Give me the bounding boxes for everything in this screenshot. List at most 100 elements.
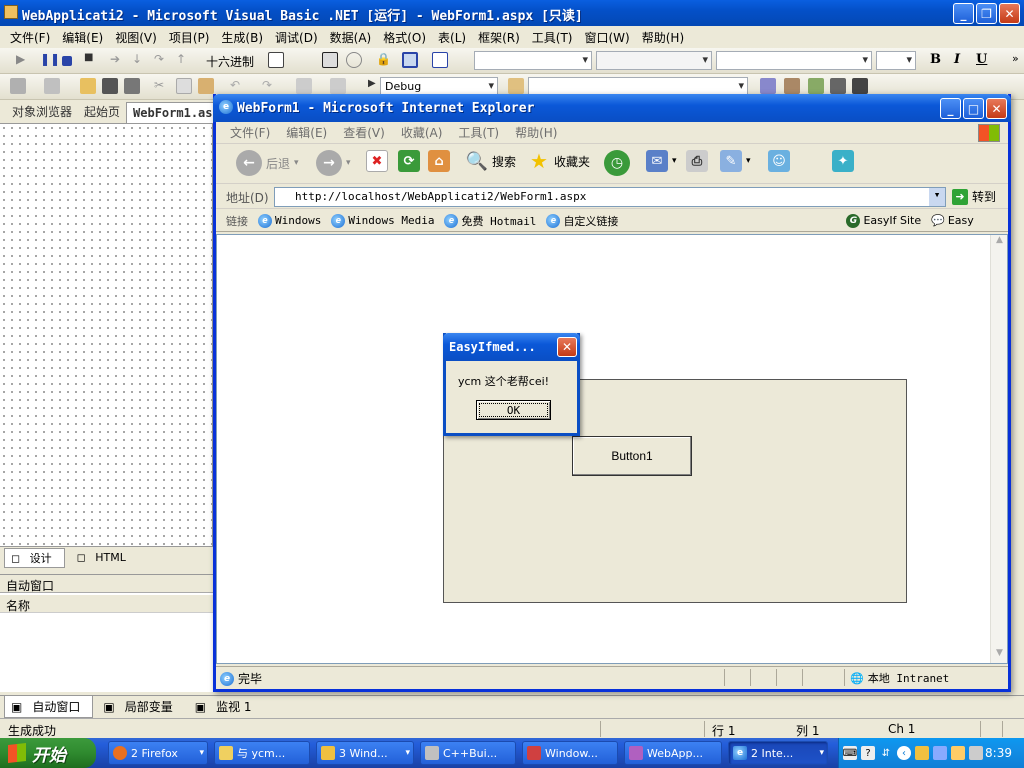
ie-title-bar[interactable]: e WebForm1 - Microsoft Internet Explorer… (213, 94, 1011, 122)
lock-icon[interactable]: 🔒 (376, 52, 392, 68)
ie-menu-edit[interactable]: 编辑(E) (278, 124, 335, 141)
keyboard-icon[interactable]: ⌨ (843, 746, 857, 760)
link-windows[interactable]: e Windows (258, 213, 321, 228)
tab-object-browser[interactable]: 对象浏览器 (6, 100, 78, 123)
menu-frames[interactable]: 框架(R) (472, 29, 526, 46)
close-button[interactable]: ✕ (999, 3, 1020, 24)
search-button[interactable]: 🔍 搜索 (466, 150, 516, 172)
properties-icon[interactable] (784, 78, 800, 94)
start-button[interactable]: 开始 (0, 738, 96, 768)
breakpoints-icon[interactable] (268, 52, 284, 68)
mail-button[interactable]: ✉ ▾ (646, 150, 677, 172)
navigate-back-icon[interactable] (296, 78, 312, 94)
copy-icon[interactable] (176, 78, 192, 94)
ie-menu-favorites[interactable]: 收藏(A) (393, 124, 451, 141)
stop-button[interactable]: ✖ (366, 150, 388, 172)
help-icon[interactable]: ? (861, 746, 875, 760)
extra-icon[interactable] (852, 78, 868, 94)
continue-icon[interactable]: ▶ (16, 52, 32, 68)
clock[interactable]: 8:39 (985, 746, 1012, 760)
print-button[interactable]: ⎙ (686, 150, 708, 172)
new-project-icon[interactable] (10, 78, 26, 94)
input-method-icon[interactable]: ⇵ (879, 746, 893, 760)
tab-webform1[interactable]: WebForm1.asp (126, 102, 227, 123)
task-window[interactable]: Window... (522, 741, 618, 765)
italic-button[interactable]: I (954, 52, 960, 67)
favorites-button[interactable]: ★ 收藏夹 (528, 149, 590, 173)
media-button[interactable]: ✦ (832, 150, 854, 172)
hex-toggle[interactable]: 十六进制 (206, 53, 254, 70)
menu-format[interactable]: 格式(O) (377, 29, 432, 46)
pause-icon[interactable]: ❚❚ (40, 52, 60, 68)
find-icon[interactable] (508, 78, 524, 94)
ie-menu-file[interactable]: 文件(F) (222, 124, 278, 141)
ie-menu-help[interactable]: 帮助(H) (507, 124, 565, 141)
ok-button[interactable]: OK (476, 400, 551, 420)
ie-menu-view[interactable]: 查看(V) (335, 124, 393, 141)
ie-icon[interactable]: e (219, 100, 233, 114)
monitor-icon[interactable] (969, 746, 983, 760)
ie-maximize-button[interactable]: □ (963, 98, 984, 119)
menu-tools[interactable]: 工具(T) (526, 29, 579, 46)
edit-button[interactable]: ✎ ▾ (720, 150, 751, 172)
cut-icon[interactable]: ✂ (154, 78, 170, 94)
forward-button[interactable]: → ▾ (316, 150, 351, 176)
link-easy-site[interactable]: G EasyIf Site (846, 213, 921, 228)
tools-icon[interactable] (830, 78, 846, 94)
menu-edit[interactable]: 编辑(E) (56, 29, 109, 46)
font-unit-combo[interactable] (876, 51, 916, 70)
ie-menu-tools[interactable]: 工具(T) (450, 124, 507, 141)
refresh-button[interactable]: ⟳ (398, 150, 420, 172)
paste-icon[interactable] (198, 78, 214, 94)
home-button[interactable]: ⌂ (428, 150, 450, 172)
menu-build[interactable]: 生成(B) (215, 29, 269, 46)
volume-icon[interactable] (951, 746, 965, 760)
underline-button[interactable]: U (976, 52, 987, 67)
add-item-icon[interactable] (44, 78, 60, 94)
grid-icon[interactable] (322, 52, 338, 68)
go-button[interactable]: ➜ 转到 (952, 188, 996, 205)
task-windows-explorer[interactable]: 3 Wind... ▾ (316, 741, 414, 765)
menu-table[interactable]: 表(L) (432, 29, 472, 46)
ie-close-button[interactable]: ✕ (986, 98, 1007, 119)
show-next-statement-icon[interactable]: ➔ (110, 52, 126, 68)
undo-icon[interactable]: ↶ (230, 78, 246, 94)
tray-expand-icon[interactable]: ‹ (897, 746, 911, 760)
alert-title-bar[interactable]: EasyIfmed... ✕ (443, 333, 580, 361)
task-webapp[interactable]: WebApp... (624, 741, 722, 765)
tab-start-page[interactable]: 起始页 (78, 100, 126, 123)
alert-close-button[interactable]: ✕ (557, 337, 577, 357)
menu-help[interactable]: 帮助(H) (636, 29, 690, 46)
redo-icon[interactable]: ↷ (262, 78, 278, 94)
restore-button[interactable]: ❐ (976, 3, 997, 24)
messenger-button[interactable]: ☺ (768, 150, 790, 172)
open-file-icon[interactable] (80, 78, 96, 94)
bold-button[interactable]: B (930, 52, 941, 67)
back-button[interactable]: ← 后退 ▾ (236, 150, 299, 176)
menu-view[interactable]: 视图(V) (109, 29, 163, 46)
security-icon[interactable] (915, 746, 929, 760)
tab-locals[interactable]: ▣ 局部变量 (97, 696, 184, 717)
menu-data[interactable]: 数据(A) (324, 29, 378, 46)
lock-element-icon[interactable] (346, 52, 362, 68)
design-surface[interactable] (0, 124, 213, 546)
button1[interactable]: Button1 (572, 436, 692, 476)
snap-grid-icon[interactable] (432, 52, 448, 68)
save-icon[interactable] (102, 78, 118, 94)
task-firefox[interactable]: 2 Firefox ▾ (108, 741, 208, 765)
menu-window[interactable]: 窗口(W) (579, 29, 636, 46)
scroll-up-icon[interactable]: ▲ (992, 235, 1007, 250)
toolbox-icon[interactable] (808, 78, 824, 94)
tab-design[interactable]: ◻ 设计 (4, 547, 65, 568)
font-size-combo[interactable] (716, 51, 872, 70)
menu-project[interactable]: 项目(P) (163, 29, 216, 46)
task-ycm[interactable]: 与 ycm... (214, 741, 310, 765)
stop-icon[interactable] (62, 56, 72, 66)
toolbar-overflow-icon[interactable]: » (1012, 52, 1019, 65)
tab-html[interactable]: ◻ HTML (71, 550, 138, 565)
link-windows-media[interactable]: e Windows Media (331, 213, 434, 228)
vs-app-icon[interactable] (4, 5, 18, 19)
link-hotmail[interactable]: e 免费 Hotmail (444, 213, 536, 229)
show-grid-icon[interactable] (402, 52, 418, 68)
minimize-button[interactable]: _ (953, 3, 974, 24)
